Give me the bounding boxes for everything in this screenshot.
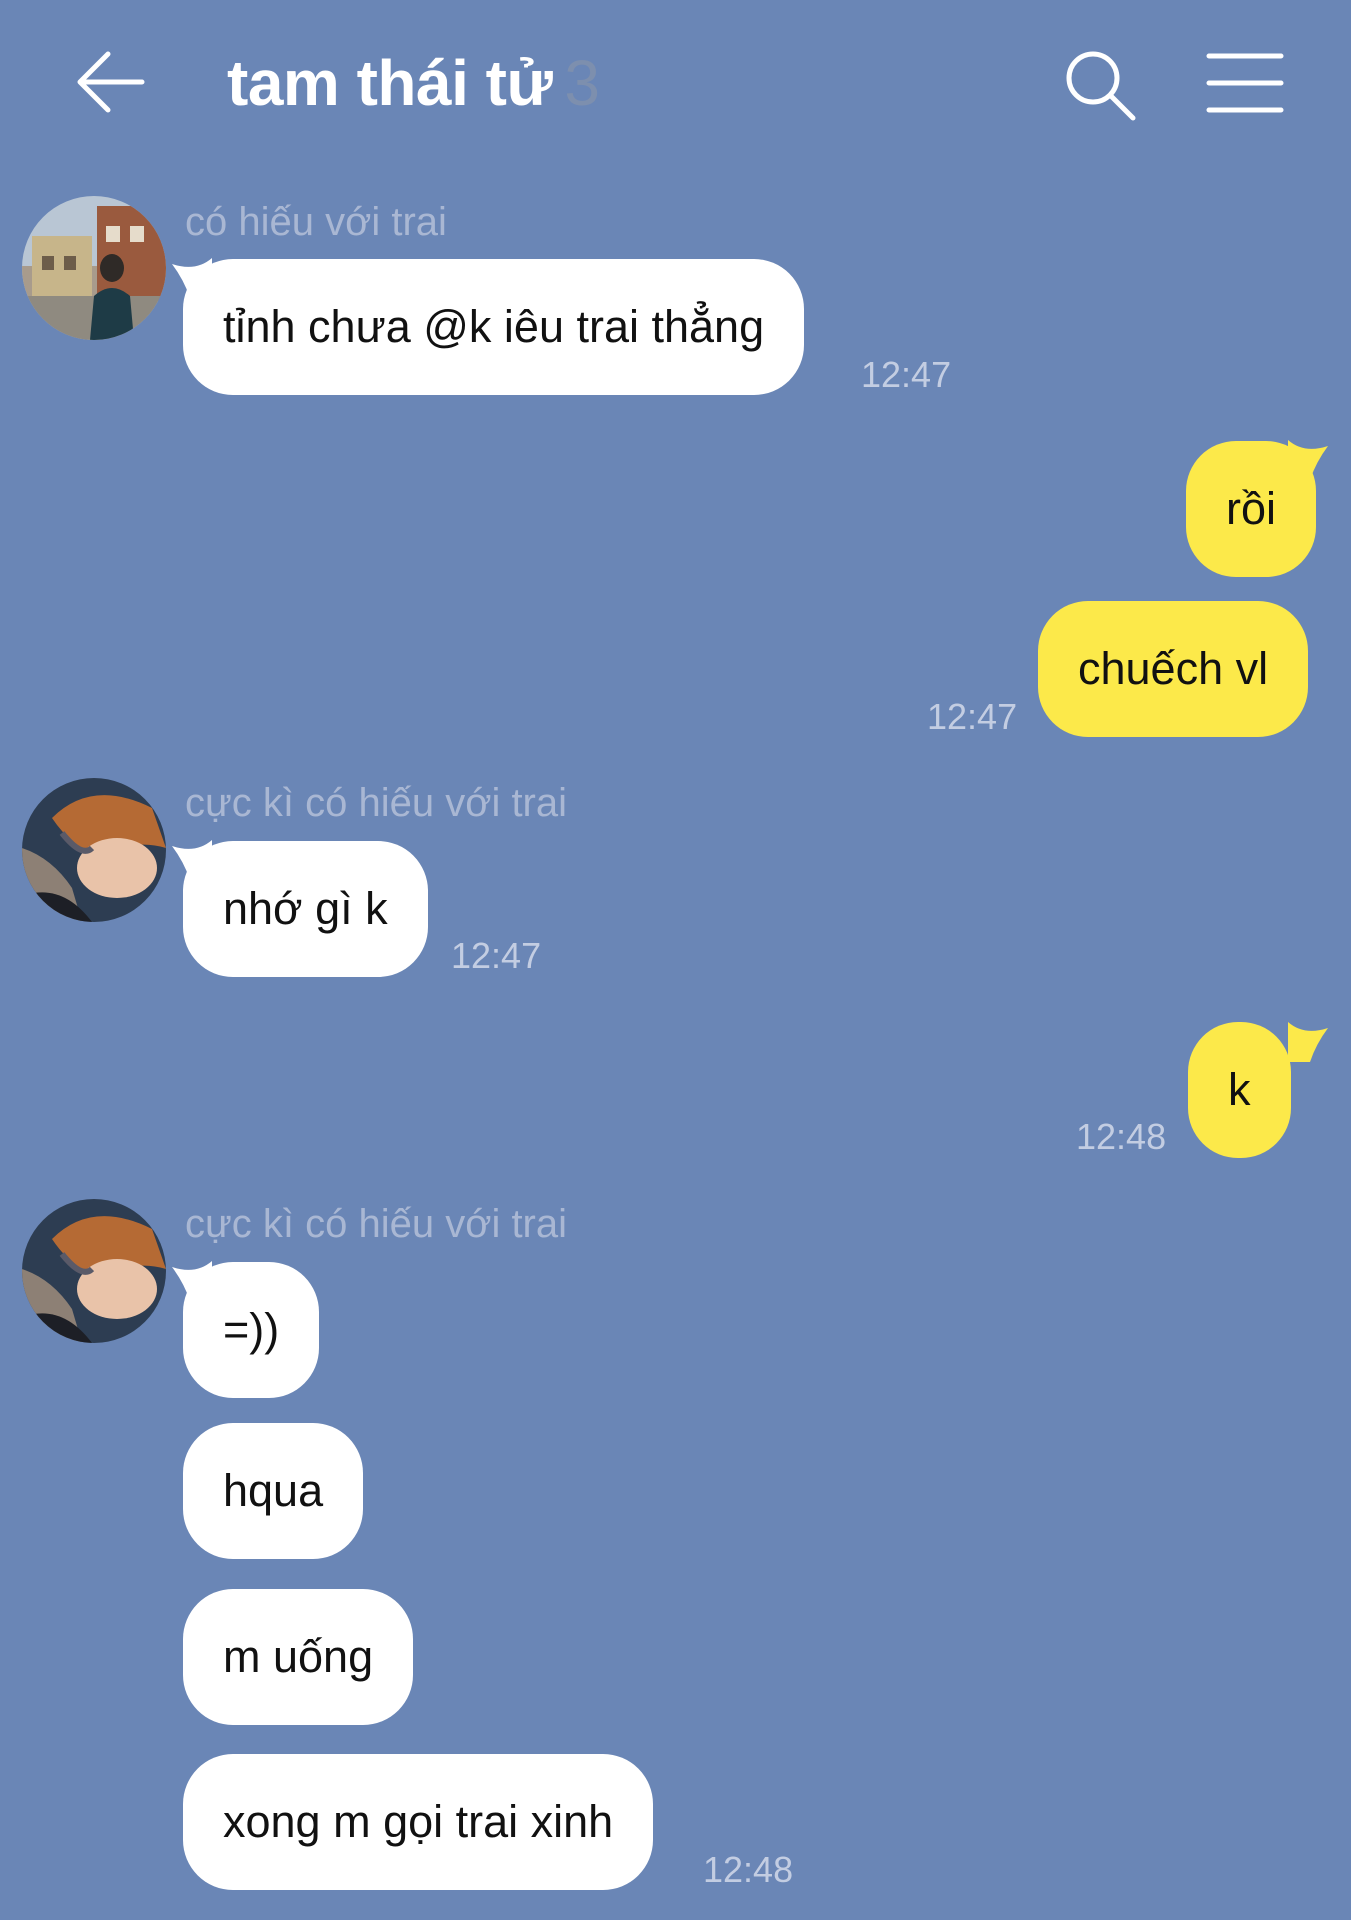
member-count: 3 — [564, 47, 600, 119]
search-icon — [1066, 51, 1136, 121]
arrow-left-icon — [77, 51, 145, 113]
search-button[interactable] — [1060, 44, 1140, 124]
chat-header: tam thái tử 3 — [0, 0, 1351, 170]
message-time: 12:47 — [927, 696, 1018, 737]
chat-title: tam thái tử 3 — [227, 46, 600, 120]
sender-avatar[interactable] — [22, 196, 166, 340]
chat-title-text: tam thái tử — [227, 47, 553, 119]
avatar-photo — [22, 778, 166, 922]
message-bubble[interactable]: m uống — [183, 1589, 414, 1725]
message-bubble[interactable]: =)) — [183, 1262, 320, 1398]
message-bubble[interactable]: nhớ gì k — [183, 841, 428, 977]
menu-button[interactable] — [1205, 50, 1285, 116]
message-time: 12:48 — [703, 1849, 794, 1890]
avatar-photo — [22, 196, 166, 340]
back-button[interactable] — [70, 40, 150, 120]
sender-name: cực kì có hiếu với trai — [185, 781, 568, 825]
hamburger-menu-icon — [1206, 53, 1284, 113]
sender-name: có hiếu với trai — [185, 200, 447, 244]
message-bubble[interactable]: k — [1188, 1022, 1291, 1158]
bubble-tail — [1288, 1022, 1328, 1062]
message-time: 12:47 — [451, 935, 542, 976]
message-bubble[interactable]: tỉnh chưa @k iêu trai thẳng — [183, 259, 805, 395]
sender-avatar[interactable] — [22, 1199, 166, 1343]
message-time: 12:47 — [861, 354, 952, 395]
message-bubble[interactable]: hqua — [183, 1423, 364, 1559]
sender-avatar[interactable] — [22, 778, 166, 922]
message-bubble[interactable]: rồi — [1186, 441, 1317, 577]
sender-name: cực kì có hiếu với trai — [185, 1202, 568, 1246]
message-bubble[interactable]: xong m gọi trai xinh — [183, 1754, 654, 1890]
avatar-photo — [22, 1199, 166, 1343]
message-time: 12:48 — [1076, 1116, 1167, 1157]
message-bubble[interactable]: chuếch vl — [1038, 601, 1309, 737]
